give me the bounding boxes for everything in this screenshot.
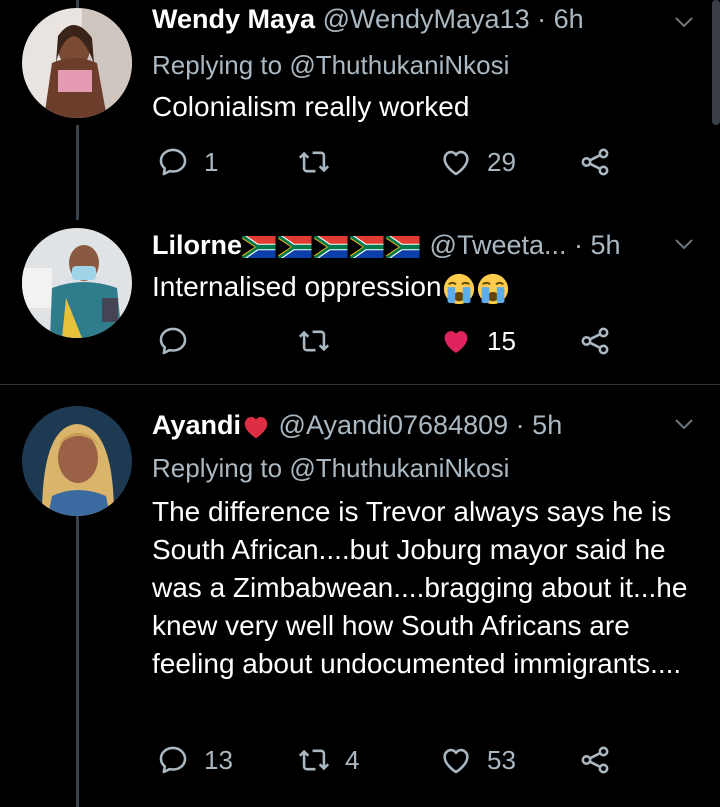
reply-count: 1 <box>204 146 219 177</box>
thread-line <box>76 516 79 807</box>
tweet-text: The difference is Trevor always says he … <box>152 496 688 679</box>
tweet-text: Internalised oppression <box>152 268 707 306</box>
share-button[interactable] <box>578 324 612 358</box>
like-count: 15 <box>487 325 516 356</box>
south-africa-flag-icon <box>350 236 384 258</box>
tweet-actions: 1 29 <box>152 145 632 185</box>
south-africa-flag-icon <box>314 236 348 258</box>
separator-dot: · <box>515 410 525 440</box>
retweet-icon <box>297 324 331 358</box>
tweet-text: Colonialism really worked <box>152 91 470 122</box>
replying-to: Replying to @ThuthukaniNkosi <box>152 453 509 484</box>
reply-button[interactable] <box>156 324 204 358</box>
like-button[interactable]: 15 <box>439 324 516 358</box>
retweet-button[interactable]: 4 <box>297 743 359 777</box>
divider <box>0 384 720 385</box>
avatar[interactable] <box>22 406 132 516</box>
tweet-header: Ayandi @Ayandi07684809 · 5h <box>152 410 562 442</box>
like-icon-filled <box>439 324 473 358</box>
share-icon <box>578 743 612 777</box>
separator-dot: · <box>537 4 547 34</box>
like-icon <box>439 743 473 777</box>
avatar[interactable] <box>22 228 132 338</box>
display-name[interactable]: Wendy Maya <box>152 4 315 34</box>
reply-count: 13 <box>204 744 233 775</box>
tweet-header: Wendy Maya @WendyMaya13 · 6h <box>152 4 584 35</box>
share-icon <box>578 324 612 358</box>
chevron-down-icon[interactable] <box>672 232 696 256</box>
replying-to-mention[interactable]: @ThuthukaniNkosi <box>289 50 509 80</box>
crying-face-icon <box>476 272 510 306</box>
user-handle[interactable]: @WendyMaya13 <box>323 4 530 34</box>
south-africa-flag-icon <box>386 236 420 258</box>
retweet-button[interactable] <box>297 324 345 358</box>
avatar[interactable] <box>22 8 132 118</box>
replying-to-mention[interactable]: @ThuthukaniNkosi <box>289 453 509 483</box>
retweet-icon <box>297 145 331 179</box>
tweet-2[interactable]: Lilorne @Tweeta... · 5h Internalised opp… <box>0 220 720 380</box>
share-button[interactable] <box>578 145 612 179</box>
tweet-header: Lilorne @Tweeta... · 5h <box>152 230 621 261</box>
thread-line <box>76 0 79 8</box>
like-button[interactable]: 53 <box>439 743 516 777</box>
reply-icon <box>156 324 190 358</box>
timestamp[interactable]: 5h <box>532 410 562 440</box>
retweet-icon <box>297 743 331 777</box>
like-button[interactable]: 29 <box>439 145 516 179</box>
user-handle[interactable]: @Tweeta... <box>430 230 567 260</box>
share-button[interactable] <box>578 743 612 777</box>
tweet-text-content: Internalised oppression <box>152 271 442 302</box>
reply-button[interactable]: 1 <box>156 145 218 179</box>
user-handle[interactable]: @Ayandi07684809 <box>279 410 509 440</box>
replying-to-label: Replying to <box>152 50 283 80</box>
separator-dot: · <box>574 230 584 260</box>
tweet-3[interactable]: Ayandi @Ayandi07684809 · 5h Replying to … <box>0 398 720 807</box>
chevron-down-icon[interactable] <box>672 412 696 436</box>
like-count: 29 <box>487 146 516 177</box>
share-icon <box>578 145 612 179</box>
retweet-button[interactable] <box>297 145 345 179</box>
reply-icon <box>156 743 190 777</box>
chevron-down-icon[interactable] <box>672 10 696 34</box>
tweet-1[interactable]: Wendy Maya @WendyMaya13 · 6h Replying to… <box>0 0 720 200</box>
retweet-count: 4 <box>345 744 360 775</box>
south-africa-flag-icon <box>278 236 312 258</box>
tweet-actions: 15 <box>152 324 632 364</box>
like-count: 53 <box>487 744 516 775</box>
reply-button[interactable]: 13 <box>156 743 233 777</box>
south-africa-flag-icon <box>242 236 276 258</box>
replying-to-label: Replying to <box>152 453 283 483</box>
timestamp[interactable]: 5h <box>591 230 621 260</box>
reply-icon <box>156 145 190 179</box>
timestamp[interactable]: 6h <box>554 4 584 34</box>
display-name[interactable]: Ayandi <box>152 410 241 440</box>
like-icon <box>439 145 473 179</box>
replying-to: Replying to @ThuthukaniNkosi <box>152 50 509 81</box>
red-heart-icon <box>241 412 271 442</box>
tweet-actions: 13 4 53 <box>152 743 632 783</box>
display-name[interactable]: Lilorne <box>152 230 242 260</box>
crying-face-icon <box>442 272 476 306</box>
